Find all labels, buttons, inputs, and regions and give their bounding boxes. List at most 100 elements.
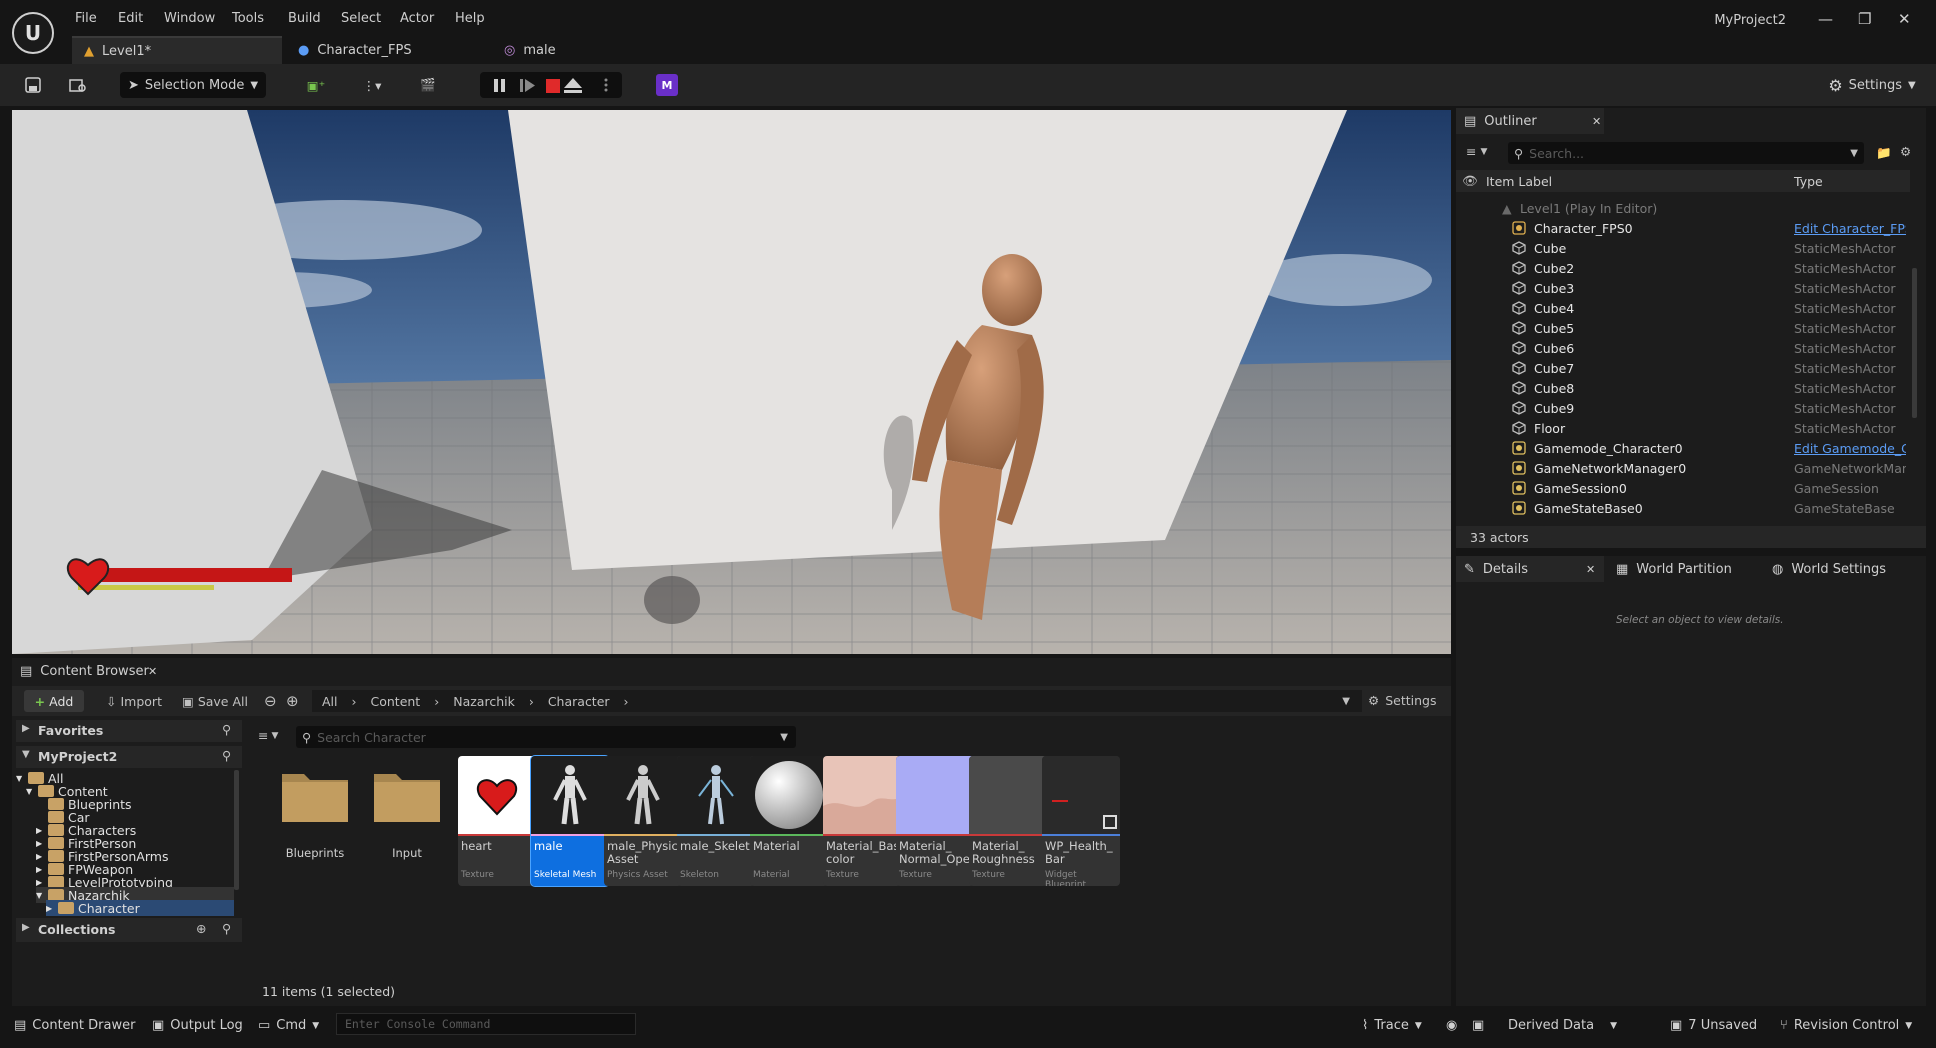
cb-settings-button[interactable]: ⚙ Settings <box>1368 693 1437 708</box>
eject-icon[interactable] <box>564 78 582 93</box>
tab-world-partition[interactable]: ▦ World Partition <box>1608 556 1758 582</box>
chevron-down-icon[interactable]: ▼ <box>36 891 44 900</box>
add-collection-icon[interactable]: ⊕ <box>196 921 206 936</box>
forward-icon[interactable]: ⊕ <box>286 692 299 710</box>
asset-tile-male-physics-asset[interactable]: male_Physics Asset Physics Asset <box>604 756 682 886</box>
chevron-down-icon[interactable]: ▶ <box>36 878 44 887</box>
close-icon[interactable]: ✕ <box>1898 10 1911 28</box>
menu-file[interactable]: File <box>75 11 97 26</box>
menu-tools[interactable]: Tools <box>232 11 264 26</box>
more-icon[interactable] <box>604 78 608 92</box>
close-icon[interactable]: ✕ <box>148 665 157 678</box>
tab-level1[interactable]: ▲ Level1* <box>72 36 282 64</box>
asset-tile-material[interactable]: Material Material <box>750 756 828 886</box>
level-row[interactable]: ▲ Level1 (Play In Editor) <box>1456 198 1910 218</box>
outliner-row[interactable]: Gamemode_Character0 Edit Gamemode_Ch <box>1456 438 1910 458</box>
pause-icon[interactable] <box>494 79 505 92</box>
menu-edit[interactable]: Edit <box>118 11 143 26</box>
search-icon[interactable]: ⚲ <box>222 722 231 737</box>
folder-input[interactable]: Input <box>368 758 446 888</box>
outliner-row-edit-link[interactable]: Edit Character_FPS <box>1794 221 1906 236</box>
chevron-down-icon[interactable]: ▶ <box>46 904 54 913</box>
tab-content-browser[interactable]: ▤ Content Browser ✕ <box>12 658 162 684</box>
menu-actor[interactable]: Actor <box>400 11 434 26</box>
maximize-icon[interactable]: ❐ <box>1858 10 1871 28</box>
chevron-down-icon[interactable]: ▶ <box>36 865 44 874</box>
screenshot-icon[interactable]: ▣ <box>1472 1018 1484 1033</box>
collections-header[interactable]: ▶ Collections ⊕ ⚲ <box>16 918 242 942</box>
menu-window[interactable]: Window <box>164 11 215 26</box>
asset-tile-male[interactable]: male Skeletal Mesh <box>530 755 610 887</box>
close-icon[interactable]: ✕ <box>1586 563 1595 576</box>
selection-mode-dropdown[interactable]: ➤ Selection Mode ▼ <box>120 72 266 98</box>
stop-icon[interactable] <box>546 79 560 93</box>
asset-tile-male-skeleton[interactable]: male_Skeleton Skeleton <box>677 756 755 886</box>
outliner-row[interactable]: Cube2 StaticMeshActor <box>1456 258 1910 278</box>
outliner-scrollbar[interactable] <box>1912 268 1917 418</box>
import-button[interactable]: ⇩ Import <box>106 694 162 709</box>
asset-filter-button[interactable]: ≡ ▼ <box>258 728 278 743</box>
outliner-row[interactable]: Cube9 StaticMeshActor <box>1456 398 1910 418</box>
tab-world-settings[interactable]: ◍ World Settings <box>1764 556 1914 582</box>
asset-tile-material-roughness[interactable]: Material_ Roughness Texture <box>969 756 1047 886</box>
menu-build[interactable]: Build <box>288 11 321 26</box>
asset-tile-heart[interactable]: heart Texture <box>458 756 536 886</box>
breadcrumb-all[interactable]: All <box>322 694 338 709</box>
project-header[interactable]: ▼ MyProject2 ⚲ <box>16 746 242 768</box>
level-viewport[interactable] <box>12 110 1451 654</box>
menu-select[interactable]: Select <box>341 11 381 26</box>
new-folder-icon[interactable]: 📁 <box>1876 145 1892 161</box>
back-icon[interactable]: ⊖ <box>264 692 277 710</box>
asset-tile-material-normal-open[interactable]: Material_ Normal_Open Texture <box>896 756 974 886</box>
breadcrumb-content[interactable]: Content <box>371 694 421 709</box>
plugin-icon[interactable]: M <box>656 74 678 96</box>
tree-folder-character[interactable]: ▶ Character <box>46 900 234 916</box>
chevron-down-icon[interactable]: ▶ <box>36 826 44 835</box>
cmd-dropdown[interactable]: ▭ Cmd ▼ <box>258 1018 319 1033</box>
outliner-row[interactable]: Cube8 StaticMeshActor <box>1456 378 1910 398</box>
outliner-row[interactable]: GameStateBase0 GameStateBase <box>1456 498 1910 518</box>
tab-male[interactable]: ◎ male <box>492 36 612 64</box>
outliner-row[interactable]: Character_FPS0 Edit Character_FPS <box>1456 218 1910 238</box>
outliner-row-edit-link[interactable]: Edit Gamemode_Ch <box>1794 441 1906 456</box>
tab-outliner[interactable]: ▤ Outliner ✕ <box>1456 108 1604 134</box>
outliner-row[interactable]: Cube StaticMeshActor <box>1456 238 1910 258</box>
add-button[interactable]: + Add <box>24 690 84 712</box>
blueprint-menu-button[interactable]: ⋮▾ <box>352 72 392 98</box>
outliner-search-input[interactable]: ⚲ Search... ▼ <box>1508 142 1864 164</box>
folder-blueprints[interactable]: Blueprints <box>276 758 354 888</box>
add-actor-button[interactable]: ▣⁺ <box>296 72 336 98</box>
outliner-row[interactable]: Cube4 StaticMeshActor <box>1456 298 1910 318</box>
outliner-row[interactable]: GameNetworkManager0 GameNetworkMana <box>1456 458 1910 478</box>
outliner-row[interactable]: Cube7 StaticMeshActor <box>1456 358 1910 378</box>
trace-dropdown[interactable]: ⌇ Trace ▼ <box>1362 1018 1422 1033</box>
breadcrumb-character[interactable]: Character <box>548 694 610 709</box>
favorites-header[interactable]: ▶ Favorites ⚲ <box>16 720 242 742</box>
breadcrumb-nazarchik[interactable]: Nazarchik <box>453 694 515 709</box>
column-type[interactable]: Type <box>1794 174 1823 189</box>
column-item-label[interactable]: Item Label <box>1486 174 1552 189</box>
outliner-row[interactable]: Cube6 StaticMeshActor <box>1456 338 1910 358</box>
minimize-icon[interactable]: — <box>1818 10 1833 28</box>
cinematics-button[interactable]: 🎬 <box>408 72 448 98</box>
chevron-down-icon[interactable]: ▶ <box>36 852 44 861</box>
asset-tile-material-base-color[interactable]: Material_Base_ color Texture <box>823 756 901 886</box>
close-icon[interactable]: ✕ <box>1592 115 1601 128</box>
record-icon[interactable]: ◉ <box>1446 1018 1457 1033</box>
outliner-row[interactable]: Cube3 StaticMeshActor <box>1456 278 1910 298</box>
save-all-button[interactable]: ▣ Save All <box>182 694 248 709</box>
outliner-row[interactable]: GameSession0 GameSession <box>1456 478 1910 498</box>
tree-scrollbar[interactable] <box>234 770 239 890</box>
gear-icon[interactable]: ⚙ <box>1900 144 1911 159</box>
menu-help[interactable]: Help <box>455 11 485 26</box>
filter-button[interactable]: ≡ ▼ <box>1466 144 1496 159</box>
chevron-down-icon[interactable]: ▼ <box>16 774 24 783</box>
asset-tile-wp-health-bar[interactable]: WP_Health_ Bar Widget Blueprint <box>1042 756 1120 886</box>
outliner-row[interactable]: Cube5 StaticMeshActor <box>1456 318 1910 338</box>
derived-data-dropdown[interactable]: Derived Data ▼ <box>1508 1018 1617 1033</box>
asset-search-input[interactable]: ⚲ Search Character ▼ <box>296 726 796 748</box>
save-icon[interactable] <box>22 72 44 98</box>
output-log-button[interactable]: ▣ Output Log <box>152 1018 243 1033</box>
chevron-down-icon[interactable]: ▼ <box>1342 696 1350 707</box>
search-icon[interactable]: ⚲ <box>222 748 231 763</box>
